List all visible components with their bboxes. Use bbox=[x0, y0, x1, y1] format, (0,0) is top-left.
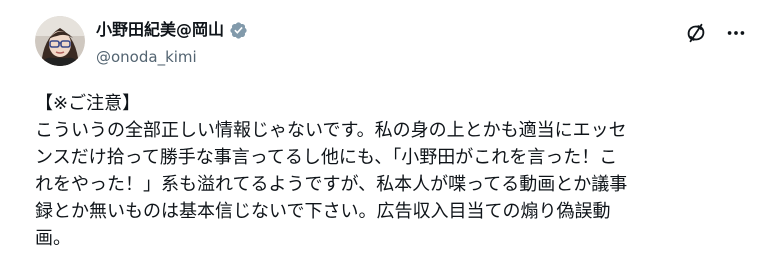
post-line: 画。 bbox=[35, 228, 71, 249]
post-actions bbox=[685, 22, 747, 48]
post-line: 録とか無いものは基本信じないで下さい。広告収入目当ての煽り偽誤動 bbox=[35, 201, 611, 222]
grok-icon[interactable] bbox=[685, 22, 707, 48]
author-handle[interactable]: @onoda_kimi bbox=[96, 47, 248, 67]
post-line: れをやった！」系も溢れてるようですが、私本人が喋ってる動画とか議事 bbox=[35, 174, 628, 195]
post-line: こういうの全部正しい情報じゃないです。私の身の上とかも適当にエッセ bbox=[35, 120, 627, 141]
verified-badge-icon bbox=[229, 21, 248, 40]
post-line: 【※ご注意】 bbox=[35, 93, 141, 114]
author-display-name[interactable]: 小野田紀美@岡山 bbox=[96, 18, 224, 42]
author-block: 小野田紀美@岡山 @onoda_kimi bbox=[96, 18, 248, 67]
author-name-row: 小野田紀美@岡山 bbox=[96, 18, 248, 42]
post-text: 【※ご注意】 こういうの全部正しい情報じゃないです。私の身の上とかも適当にエッセ… bbox=[35, 90, 749, 252]
avatar[interactable] bbox=[35, 16, 85, 66]
avatar-photo bbox=[35, 16, 85, 66]
post-line: ンスだけ拾って勝手な事言ってるし他にも、「小野田がこれを言った！こ bbox=[35, 147, 618, 168]
more-icon[interactable] bbox=[725, 22, 747, 48]
